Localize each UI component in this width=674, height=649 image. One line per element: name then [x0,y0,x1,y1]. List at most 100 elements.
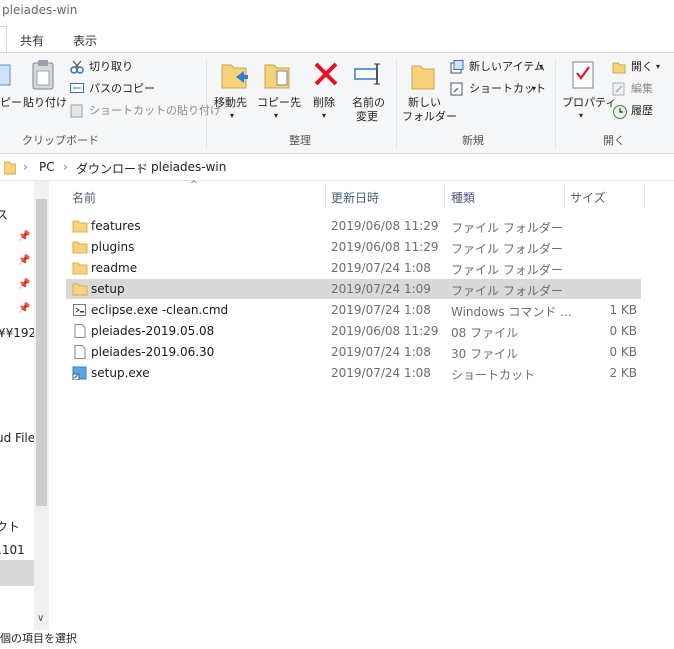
column-divider[interactable] [444,183,445,209]
properties-chevron-down-icon[interactable]: ▾ [579,109,583,123]
move-to-chevron-down-icon[interactable]: ▾ [230,109,234,123]
edit-button[interactable]: 編集 [631,82,653,96]
cmd-file-icon [73,304,86,316]
scroll-down-icon[interactable]: ∨ [37,613,44,624]
file-date: 2019/06/08 11:29 [331,240,439,254]
column-header-name[interactable]: 名前 [72,189,96,206]
nav-item-project[interactable]: クト [0,518,20,535]
file-icon [74,345,86,359]
breadcrumb-separator-icon[interactable]: › [63,160,68,174]
history-icon [613,105,627,119]
move-to-button[interactable]: 移動先 [214,96,247,110]
file-row[interactable]: setup 2019/07/24 1:09 ファイル フォルダー [66,279,641,299]
copy-icon[interactable] [0,61,14,91]
open-chevron-down-icon[interactable]: ▾ [656,60,660,74]
file-size: 0 KB [609,324,637,338]
copy-button[interactable]: ピー [0,96,22,110]
file-size: 1 KB [609,303,637,317]
tab-view[interactable]: 表示 [73,32,97,49]
ribbon: ピー 貼り付け 切り取り パスのコピー ショートカットの貼り付け クリップボード… [0,52,674,154]
file-row[interactable]: pleiades-2019.05.08 2019/06/08 11:29 08 ファ… [66,321,641,341]
nav-item-quick-access[interactable]: ス [0,206,8,223]
file-row[interactable]: setup.exe 2019/07/24 1:08 ショートカット 2 KB [66,363,641,383]
paste-button[interactable]: 貼り付け [23,96,67,110]
pin-icon[interactable]: 📌 [18,231,30,242]
move-to-icon [221,64,248,89]
file-type: ファイル フォルダー [451,263,563,277]
file-date: 2019/07/24 1:08 [331,303,431,317]
column-header-date[interactable]: 更新日時 [331,189,379,206]
breadcrumb-pc[interactable]: PC [39,160,55,174]
rename-button[interactable]: 名前の [352,96,385,110]
file-type: 08 ファイル [451,326,519,340]
file-row[interactable]: eclipse.exe -clean.cmd 2019/07/24 1:08 Win… [66,300,641,320]
breadcrumb-pleiades-win[interactable]: pleiades-win [151,160,226,174]
delete-chevron-down-icon[interactable]: ▾ [322,109,326,123]
address-bar[interactable]: › PC › ダウンロード › pleiades-win [0,154,674,181]
breadcrumb-separator-icon[interactable]: › [137,160,142,174]
rename-icon [354,63,380,85]
pin-icon[interactable]: 📌 [18,279,30,290]
file-name: pleiades-2019.06.30 [91,345,215,359]
properties-button[interactable]: プロパティ [562,96,616,110]
column-header-size[interactable]: サイズ [570,189,606,206]
column-header-type[interactable]: 種類 [451,189,475,206]
nav-item-ip-address[interactable]: .101 [0,543,25,557]
file-row[interactable]: readme 2019/07/24 1:08 ファイル フォルダー [66,258,641,278]
history-button[interactable]: 履歴 [631,104,653,118]
file-name: setup [91,282,125,296]
copy-path-icon [70,83,84,93]
new-item-button[interactable]: 新しいアイテム [469,60,545,74]
clipboard-group-label: クリップボード [22,134,99,147]
paste-shortcut-icon [70,104,83,118]
delete-button[interactable]: 削除 [313,96,335,110]
file-row[interactable]: plugins 2019/06/08 11:29 ファイル フォルダー [66,237,641,257]
column-divider[interactable] [325,183,326,209]
copy-to-button[interactable]: コピー先 [257,96,301,110]
open-button[interactable]: 開く [631,60,653,74]
folder-icon [72,220,88,233]
new-folder-button[interactable]: 新しい [408,96,441,110]
copy-to-chevron-down-icon[interactable]: ▾ [274,109,278,123]
file-name: readme [91,261,138,275]
file-type: ショートカット [451,368,536,382]
file-type: ファイル フォルダー [451,284,563,298]
column-divider[interactable] [644,183,645,209]
cut-button[interactable]: 切り取り [89,60,133,74]
scrollbar-thumb[interactable] [36,199,47,506]
tab-share[interactable]: 共有 [20,32,44,49]
pin-icon[interactable]: 📌 [18,303,30,314]
folder-icon [72,241,88,254]
rename-button-line2[interactable]: 変更 [356,110,378,124]
new-item-chevron-down-icon[interactable]: ▾ [539,60,543,74]
file-name: setup.exe [91,366,150,380]
file-icon [74,324,86,338]
easy-access-chevron-down-icon[interactable]: ▾ [532,82,536,96]
file-date: 2019/07/24 1:08 [331,261,431,275]
nav-item-network-share[interactable]: ¥¥192 [0,326,34,340]
copy-to-icon [264,64,290,89]
column-divider[interactable] [564,183,565,209]
ribbon-tabs: 共有 表示 [0,26,674,53]
file-date: 2019/06/08 11:29 [331,324,439,338]
copy-path-button[interactable]: パスのコピー [89,82,155,96]
delete-icon [314,62,338,86]
pin-icon[interactable]: 📌 [18,255,30,266]
breadcrumb-separator-icon[interactable]: › [23,160,28,174]
file-row[interactable]: features 2019/06/08 11:29 ファイル フォルダー [66,216,641,236]
file-list: ^ 名前 更新日時 種類 サイズ features 2019/06/08 11:2… [49,180,674,630]
file-date: 2019/07/24 1:08 [331,366,431,380]
file-name: features [91,219,141,233]
file-row[interactable]: pleiades-2019.06.30 2019/07/24 1:08 30 ファイ… [66,342,641,362]
file-size: 2 KB [609,366,637,380]
paste-shortcut-button[interactable]: ショートカットの貼り付け [89,104,221,118]
nav-scrollbar[interactable]: ∨ [34,181,49,630]
nav-item-selected[interactable] [0,560,34,586]
file-type: ファイル フォルダー [451,221,563,235]
nav-item-cloud-files[interactable]: ud File [0,431,34,445]
tab-file[interactable] [0,26,7,53]
paste-icon[interactable] [30,59,58,91]
new-item-icon [450,60,464,74]
new-folder-button-line2[interactable]: フォルダー [402,110,457,124]
ribbon-separator [396,59,397,149]
